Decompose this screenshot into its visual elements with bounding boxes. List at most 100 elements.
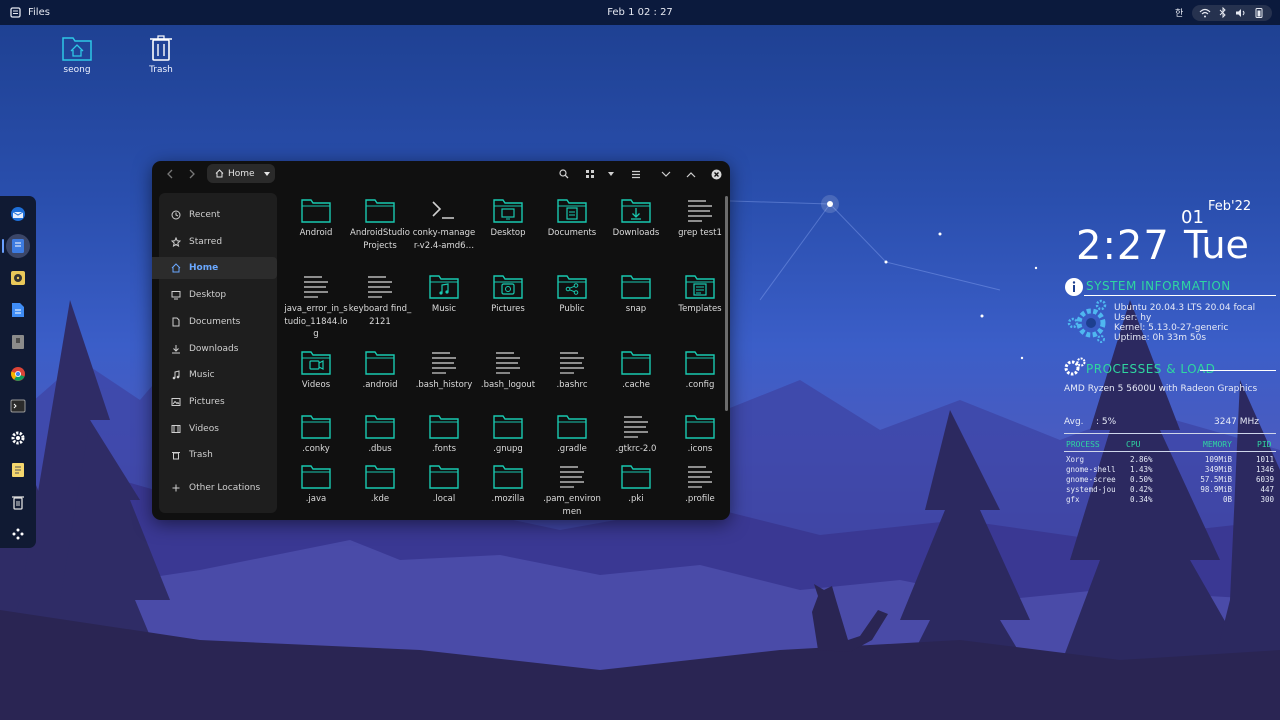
file-item-snap[interactable]: snap: [604, 272, 668, 316]
conky-widget: Feb'22 01 2:27 Tue SYSTEM INFORMATION Ub…: [1060, 195, 1280, 525]
forward-button[interactable]: [184, 165, 200, 183]
folder-icon: [621, 465, 651, 489]
sidebar-item-label: Home: [189, 263, 219, 273]
file-item-cache[interactable]: .cache: [604, 348, 668, 392]
file-item-java[interactable]: .java: [284, 462, 348, 506]
file-item-android[interactable]: .android: [348, 348, 412, 392]
top-bar: Files Feb 1 02 : 27 한: [0, 0, 1280, 25]
input-method-icon[interactable]: 한: [1172, 6, 1186, 20]
file-item-bash-history[interactable]: .bash_history: [412, 348, 476, 392]
file-item-templates[interactable]: Templates: [668, 272, 730, 316]
file-item-dbus[interactable]: .dbus: [348, 412, 412, 456]
minimize-button[interactable]: [658, 165, 674, 183]
sidebar-item-label: Videos: [189, 424, 219, 434]
view-toggle-button[interactable]: [582, 165, 598, 183]
sidebar-item-videos[interactable]: Videos: [159, 418, 277, 440]
document-icon: [172, 317, 180, 327]
file-item-conky-manager-v2-4-amd6[interactable]: conky-manager-v2.4-amd6…: [412, 196, 476, 252]
conky-process-pid: 6039: [1255, 475, 1274, 484]
back-button[interactable]: [162, 165, 178, 183]
file-item-gtkrc-2-0[interactable]: .gtkrc-2.0: [604, 412, 668, 456]
file-item-pki[interactable]: .pki: [604, 462, 668, 506]
text-editor-icon: [12, 463, 24, 477]
file-item-pictures[interactable]: Pictures: [476, 272, 540, 316]
file-item-mozilla[interactable]: .mozilla: [476, 462, 540, 506]
file-item-conky[interactable]: .conky: [284, 412, 348, 456]
sidebar-item-label: Music: [189, 370, 215, 380]
activities-app-menu[interactable]: Files: [8, 6, 50, 20]
clock[interactable]: Feb 1 02 : 27: [607, 7, 673, 18]
dock-trash[interactable]: [0, 486, 36, 518]
file-item-config[interactable]: .config: [668, 348, 730, 392]
desktop-icon-home[interactable]: seong: [47, 34, 107, 75]
file-item-androidstudioprojects[interactable]: AndroidStudioProjects: [348, 196, 412, 252]
files-app-icon: [8, 6, 22, 20]
file-item-desktop[interactable]: Desktop: [476, 196, 540, 240]
close-button[interactable]: [708, 165, 724, 183]
file-item-keyboard-find-2121[interactable]: keyboard find_2121: [348, 272, 412, 328]
file-item-profile[interactable]: .profile: [668, 462, 730, 506]
sidebar-item-downloads[interactable]: Downloads: [159, 338, 277, 360]
file-item-documents[interactable]: Documents: [540, 196, 604, 240]
conky-head-process: PROCESS: [1066, 440, 1100, 449]
system-menu[interactable]: [1192, 4, 1272, 21]
sidebar-item-recent[interactable]: Recent: [159, 204, 277, 226]
file-item-android[interactable]: Android: [284, 196, 348, 240]
file-item-videos[interactable]: Videos: [284, 348, 348, 392]
dock-show-apps[interactable]: [0, 518, 36, 550]
sidebar-item-pictures[interactable]: Pictures: [159, 391, 277, 413]
dock-thunderbird[interactable]: [0, 198, 36, 230]
sidebar-item-trash[interactable]: Trash: [159, 444, 277, 466]
file-item-gnupg[interactable]: .gnupg: [476, 412, 540, 456]
trash-icon: [172, 452, 180, 460]
scrollbar[interactable]: [725, 196, 728, 411]
conky-process-pid: 300: [1260, 495, 1274, 504]
dock-files[interactable]: [0, 230, 36, 262]
sidebar-item-music[interactable]: Music: [159, 364, 277, 386]
file-item-bash-logout[interactable]: .bash_logout: [476, 348, 540, 392]
file-item-pam-environmen[interactable]: .pam_environmen: [540, 462, 604, 518]
file-item-fonts[interactable]: .fonts: [412, 412, 476, 456]
conky-process-pid: 1011: [1255, 455, 1274, 464]
search-button[interactable]: [556, 165, 572, 183]
file-item-gradle[interactable]: .gradle: [540, 412, 604, 456]
sidebar-item-documents[interactable]: Documents: [159, 311, 277, 333]
sidebar-item-desktop[interactable]: Desktop: [159, 284, 277, 306]
dock-rhythmbox[interactable]: [0, 262, 36, 294]
file-name: snap: [625, 304, 647, 314]
file-item-local[interactable]: .local: [412, 462, 476, 506]
file-item-icons[interactable]: .icons: [668, 412, 730, 456]
menu-button[interactable]: [628, 165, 644, 183]
dock-settings[interactable]: [0, 422, 36, 454]
folder-icon: [429, 415, 459, 439]
file-name: .java: [305, 494, 327, 504]
trash-icon: [12, 496, 24, 510]
bluetooth-icon: [1216, 6, 1230, 20]
location-bar-home[interactable]: Home: [207, 164, 275, 183]
conky-process-mem: 98.9MiB: [1200, 485, 1232, 494]
file-item-bashrc[interactable]: .bashrc: [540, 348, 604, 392]
chevron-up-icon: [686, 171, 696, 177]
dock-archive[interactable]: [0, 326, 36, 358]
folder-public-icon: [557, 275, 587, 299]
file-item-kde[interactable]: .kde: [348, 462, 412, 506]
file-item-java-error-in-studio-11844-log[interactable]: java_error_in_studio_11844.log: [284, 272, 348, 341]
files-window: Home Recent Starred Home Desktop Documents Do…: [152, 161, 730, 520]
desktop-icon-trash[interactable]: Trash: [131, 34, 191, 75]
sidebar-item-starred[interactable]: Starred: [159, 231, 277, 253]
dock-terminal[interactable]: [0, 390, 36, 422]
dock-text-editor[interactable]: [0, 454, 36, 486]
view-options-button[interactable]: [604, 165, 618, 183]
dock-docs[interactable]: [0, 294, 36, 326]
folder-desktop-icon: [493, 199, 523, 223]
sidebar-item-other-locations[interactable]: Other Locations: [159, 477, 277, 499]
file-item-downloads[interactable]: Downloads: [604, 196, 668, 240]
file-item-grep-test1[interactable]: grep test1: [668, 196, 730, 240]
file-item-public[interactable]: Public: [540, 272, 604, 316]
search-icon: [559, 169, 569, 179]
sidebar-item-home[interactable]: Home: [152, 257, 277, 279]
maximize-button[interactable]: [683, 165, 699, 183]
file-item-music[interactable]: Music: [412, 272, 476, 316]
chevron-right-icon: [189, 169, 195, 179]
dock-chrome[interactable]: [0, 358, 36, 390]
